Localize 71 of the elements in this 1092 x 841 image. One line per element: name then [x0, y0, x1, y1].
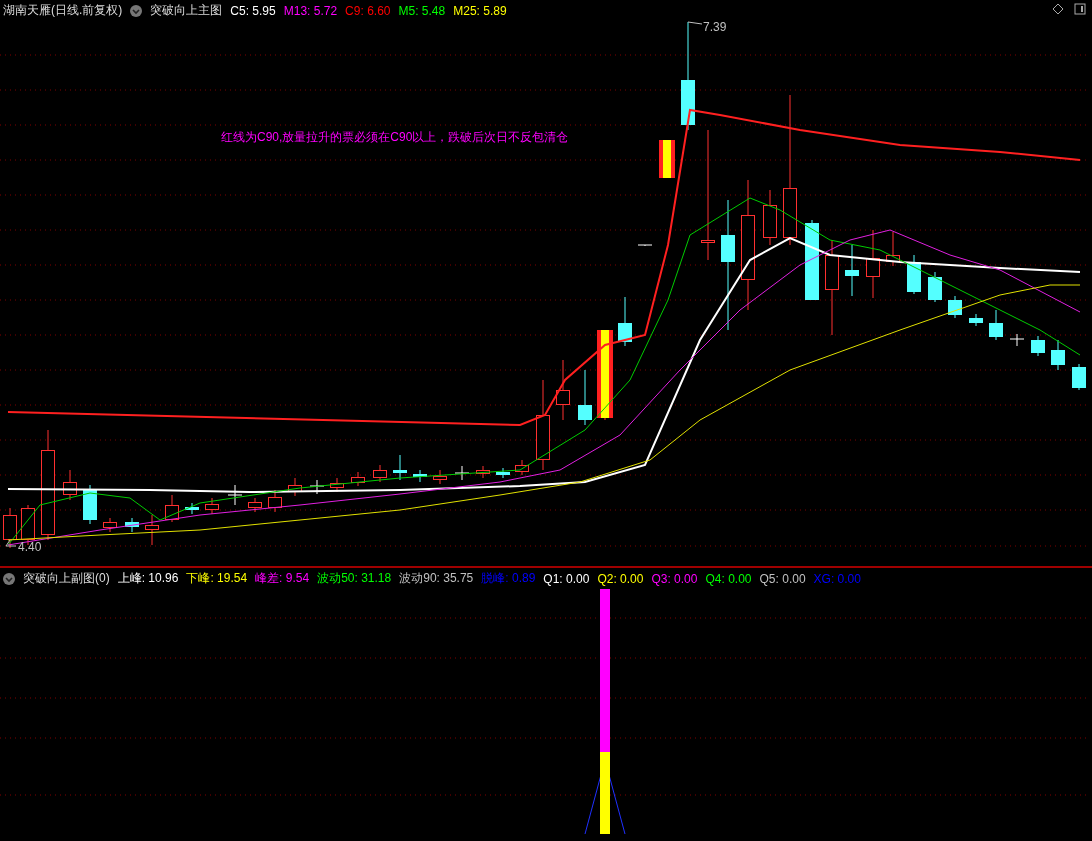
indicator-name: 突破向上主图	[150, 2, 223, 19]
candlestick	[83, 484, 97, 525]
candlestick	[393, 454, 407, 481]
candlestick	[248, 497, 262, 513]
indicator-readout: M25: 5.89	[453, 3, 507, 18]
indicator-name: 突破向上副图(0)	[23, 570, 110, 587]
collapse-icon[interactable]	[130, 4, 143, 17]
candlestick	[659, 139, 675, 179]
indicator-readout: Q4: 0.00	[705, 571, 752, 586]
candlestick	[928, 271, 942, 303]
candlestick	[145, 514, 159, 546]
candlestick	[165, 494, 179, 523]
indicator-readout: 下峰: 19.54	[186, 570, 248, 587]
collapse-icon[interactable]	[3, 572, 15, 585]
chart-annotation: 红线为C90,放量拉升的票必须在C90以上，跌破后次日不反包清仓	[221, 129, 569, 146]
candlestick	[1031, 335, 1045, 357]
panel-icon[interactable]	[1074, 3, 1086, 15]
candlestick	[578, 369, 592, 426]
candlestick	[330, 477, 344, 493]
high-price-label: 7.39	[703, 20, 727, 34]
candlestick	[454, 465, 470, 481]
candlestick	[496, 467, 510, 479]
indicator-readout: Q5: 0.00	[759, 571, 806, 586]
candlestick	[907, 254, 921, 295]
candlestick	[515, 459, 529, 476]
diamond-icon[interactable]	[1052, 3, 1064, 15]
candlestick	[845, 244, 859, 297]
low-price-label: 4.40	[18, 540, 42, 554]
candlestick	[989, 309, 1003, 341]
leader-line	[687, 21, 703, 25]
candlestick	[185, 502, 199, 515]
stock-title: 湖南天雁(日线.前复权)	[3, 2, 123, 19]
indicator-readout: M13: 5.72	[283, 3, 338, 18]
indicator-readout: C5: 5.95	[230, 3, 276, 18]
indicator-readout: M5: 5.48	[398, 3, 446, 18]
candlestick	[886, 231, 900, 267]
candlestick	[969, 313, 983, 327]
candlestick	[1072, 363, 1086, 391]
candlestick	[763, 189, 777, 246]
indicator-readout: Q1: 0.00	[543, 571, 590, 586]
indicator-readout: 上峰: 10.96	[117, 570, 179, 587]
candlestick	[1009, 333, 1025, 347]
candlestick	[3, 507, 17, 549]
candlestick	[637, 244, 653, 247]
candlestick	[227, 484, 243, 506]
leader-line	[5, 539, 17, 547]
candlestick	[351, 471, 365, 487]
candlestick	[948, 295, 962, 319]
indicator-readout: XG: 0.00	[813, 571, 861, 586]
candlestick	[63, 469, 77, 501]
candlestick	[103, 517, 117, 533]
indicator-readout: Q2: 0.00	[597, 571, 644, 586]
indicator-readout: 峰差: 9.54	[255, 570, 310, 587]
candlestick	[205, 497, 219, 515]
candlestick	[556, 359, 570, 421]
indicator-readout: 波动90: 35.75	[399, 570, 474, 587]
indicator-readout: 脱峰: 0.89	[481, 570, 536, 587]
candlestick	[618, 296, 632, 347]
candlestick	[476, 465, 490, 479]
candlestick	[1051, 339, 1065, 371]
candlestick	[373, 464, 387, 483]
candlestick	[288, 477, 302, 497]
candlestick	[125, 517, 139, 533]
candlestick	[413, 469, 427, 483]
indicator-readout: C9: 6.60	[345, 3, 391, 18]
candlestick	[268, 489, 282, 513]
indicator-readout: 波动50: 31.18	[317, 570, 392, 587]
candlestick	[866, 229, 880, 299]
candlestick	[433, 469, 447, 485]
indicator-readout: Q3: 0.00	[651, 571, 698, 586]
candlestick	[309, 479, 325, 495]
